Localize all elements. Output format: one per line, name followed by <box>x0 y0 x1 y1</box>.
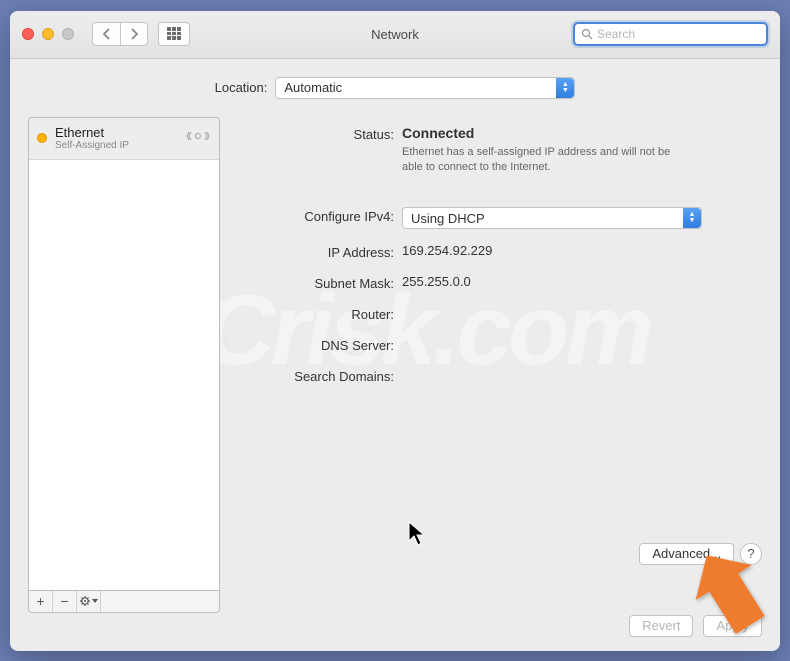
subnet-value: 255.255.0.0 <box>402 274 762 289</box>
router-row: Router: <box>234 305 762 322</box>
show-all-button[interactable] <box>158 22 190 46</box>
status-value: Connected <box>402 125 762 141</box>
minimize-button[interactable] <box>42 28 54 40</box>
nav-buttons <box>92 22 148 46</box>
revert-button[interactable]: Revert <box>629 615 693 637</box>
subnet-row: Subnet Mask: 255.255.0.0 <box>234 274 762 291</box>
titlebar: Network <box>10 11 780 59</box>
close-button[interactable] <box>22 28 34 40</box>
network-item-status: Self-Assigned IP <box>55 140 177 151</box>
subnet-label: Subnet Mask: <box>234 274 394 291</box>
window-title: Network <box>371 27 419 42</box>
search-icon <box>581 28 593 40</box>
location-value: Automatic <box>284 80 342 95</box>
domains-label: Search Domains: <box>234 367 394 384</box>
main-panel: Status: Connected Ethernet has a self-as… <box>234 117 762 613</box>
network-item-name: Ethernet <box>55 125 177 140</box>
network-list[interactable]: Ethernet Self-Assigned IP <box>28 117 220 591</box>
chevron-down-icon <box>92 599 98 603</box>
domains-row: Search Domains: <box>234 367 762 384</box>
location-select[interactable]: Automatic ▲▼ <box>275 77 575 99</box>
network-actions-button[interactable] <box>77 591 101 612</box>
forward-button[interactable] <box>120 22 148 46</box>
traffic-lights <box>22 28 74 40</box>
sidebar: Ethernet Self-Assigned IP + − <box>28 117 220 613</box>
configure-select[interactable]: Using DHCP ▲▼ <box>402 207 702 229</box>
configure-row: Configure IPv4: Using DHCP ▲▼ <box>234 207 762 229</box>
status-message: Ethernet has a self-assigned IP address … <box>402 145 692 176</box>
remove-network-button[interactable]: − <box>53 591 77 612</box>
select-arrows-icon: ▲▼ <box>556 78 574 98</box>
grid-icon <box>167 27 181 41</box>
dns-row: DNS Server: <box>234 336 762 353</box>
search-input[interactable] <box>597 27 760 41</box>
status-dot-icon <box>37 133 47 143</box>
ethernet-icon <box>185 127 211 150</box>
dns-label: DNS Server: <box>234 336 394 353</box>
ip-label: IP Address: <box>234 243 394 260</box>
add-network-button[interactable]: + <box>29 591 53 612</box>
ip-value: 169.254.92.229 <box>402 243 762 258</box>
status-row: Status: Connected Ethernet has a self-as… <box>234 125 762 176</box>
advanced-button[interactable]: Advanced... <box>639 543 734 565</box>
location-label: Location: <box>215 80 268 95</box>
select-arrows-icon: ▲▼ <box>683 208 701 228</box>
back-button[interactable] <box>92 22 120 46</box>
gear-icon <box>79 595 91 607</box>
help-button[interactable]: ? <box>740 543 762 565</box>
configure-label: Configure IPv4: <box>234 207 394 224</box>
ip-row: IP Address: 169.254.92.229 <box>234 243 762 260</box>
network-window: PCrisk.com Network <box>10 11 780 651</box>
network-item-ethernet[interactable]: Ethernet Self-Assigned IP <box>29 118 219 160</box>
status-label: Status: <box>234 125 394 142</box>
advanced-row: Advanced... ? <box>639 543 762 565</box>
action-row: Revert Apply <box>629 615 762 637</box>
apply-button[interactable]: Apply <box>703 615 762 637</box>
body: Ethernet Self-Assigned IP + − <box>10 117 780 627</box>
network-item-info: Ethernet Self-Assigned IP <box>55 125 177 151</box>
sidebar-footer: + − <box>28 591 220 613</box>
router-label: Router: <box>234 305 394 322</box>
location-row: Location: Automatic ▲▼ <box>10 59 780 117</box>
zoom-button[interactable] <box>62 28 74 40</box>
configure-value: Using DHCP <box>411 211 485 226</box>
search-field[interactable] <box>573 22 768 46</box>
